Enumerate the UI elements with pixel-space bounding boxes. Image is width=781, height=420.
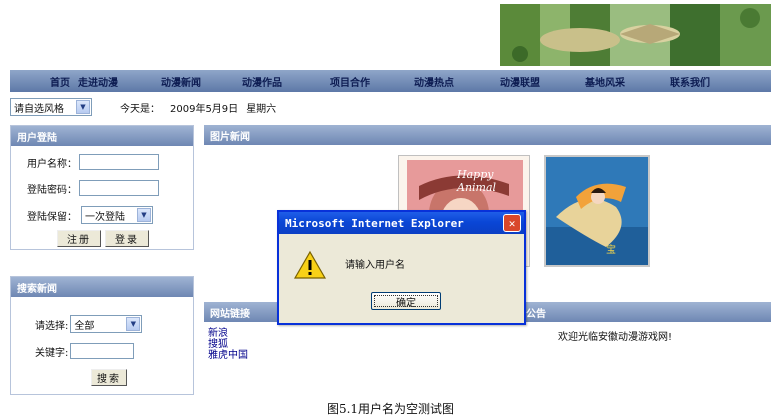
today-label: 今天是：: [120, 103, 160, 115]
main-nav: 首页 走进动漫 动漫新闻 动漫作品 项目合作 动漫热点 动漫联盟 基地风采 联系…: [10, 70, 771, 92]
close-icon[interactable]: ✕: [503, 214, 521, 232]
news-thumb-flying-fairy[interactable]: 宝: [544, 155, 650, 267]
picture-news-title: 图片新闻: [204, 125, 771, 145]
keyword-field[interactable]: [70, 343, 135, 359]
dialog-title-bar[interactable]: Microsoft Internet Explorer ✕: [279, 212, 524, 234]
nav-item-intro[interactable]: 走进动漫: [78, 74, 118, 89]
notice-panel-title: 公告: [520, 302, 771, 322]
chevron-down-icon[interactable]: ▼: [126, 317, 141, 331]
notice-panel: 公告 欢迎光临安徽动漫游戏网!: [520, 302, 771, 395]
chevron-down-icon[interactable]: ▼: [137, 208, 151, 222]
nav-item-cooperation[interactable]: 项目合作: [330, 74, 370, 89]
link-sohu[interactable]: 搜狐: [208, 339, 248, 350]
login-panel: 用户登陆 用户名称： 登陆密码： 登陆保留： 一次登陆 ▼ 注册 登录: [10, 125, 194, 250]
ok-button[interactable]: 确定: [371, 292, 441, 310]
dialog-title: Microsoft Internet Explorer: [285, 216, 464, 230]
date-text: 2009年5月9日: [170, 103, 239, 115]
username-label: 用户名称：: [27, 158, 77, 170]
style-select-value: 请自选风格: [14, 103, 64, 115]
browser-page: 首页 走进动漫 动漫新闻 动漫作品 项目合作 动漫热点 动漫联盟 基地风采 联系…: [10, 0, 771, 395]
nav-item-alliance[interactable]: 动漫联盟: [500, 74, 540, 89]
keep-select[interactable]: 一次登陆 ▼: [81, 206, 153, 224]
nav-item-base[interactable]: 基地风采: [585, 74, 625, 89]
password-row: 登陆密码：: [27, 180, 159, 196]
search-panel-title: 搜索新闻: [11, 277, 193, 297]
weekday-text: 星期六: [246, 103, 277, 115]
nav-item-works[interactable]: 动漫作品: [242, 74, 282, 89]
password-label: 登陆密码：: [27, 184, 77, 196]
login-panel-title: 用户登陆: [11, 126, 193, 146]
notice-text: 欢迎光临安徽动漫游戏网!: [558, 332, 673, 343]
nav-item-home[interactable]: 首页: [50, 74, 70, 89]
chevron-down-icon[interactable]: ▼: [76, 100, 90, 114]
thumb-caption: Happy Animal: [457, 168, 497, 194]
search-category-label: 请选择:: [35, 320, 69, 332]
search-panel: 搜索新闻 请选择: 全部 ▼ 关键字: 搜索: [10, 276, 194, 395]
nav-item-hot[interactable]: 动漫热点: [414, 74, 454, 89]
style-select[interactable]: 请自选风格 ▼: [10, 98, 92, 116]
keep-select-value: 一次登陆: [85, 211, 125, 223]
search-category-value: 全部: [74, 320, 95, 332]
link-yahoo-china[interactable]: 雅虎中国: [208, 350, 248, 361]
keyword-row: 关键字:: [35, 343, 135, 359]
register-button[interactable]: 注册: [57, 230, 101, 247]
search-category-select[interactable]: 全部 ▼: [70, 315, 143, 333]
link-sina[interactable]: 新浪: [208, 328, 248, 339]
keep-row: 登陆保留： 一次登陆 ▼: [27, 206, 153, 224]
svg-text:宝: 宝: [606, 243, 616, 256]
nav-item-contact[interactable]: 联系我们: [670, 74, 710, 89]
login-button[interactable]: 登录: [105, 230, 149, 247]
password-field[interactable]: [79, 180, 159, 196]
style-row: 请自选风格 ▼ 今天是： 2009年5月9日 星期六: [10, 96, 771, 118]
site-banner: [10, 0, 771, 70]
keep-label: 登陆保留：: [27, 211, 77, 223]
warning-icon: [293, 250, 327, 283]
figure-caption: 图5.1用户名为空测试图: [326, 402, 455, 416]
username-field[interactable]: [79, 154, 159, 170]
alert-dialog: Microsoft Internet Explorer ✕ 请输入用户名 确定: [277, 210, 526, 325]
search-category-row: 请选择: 全部 ▼: [35, 315, 143, 333]
username-row: 用户名称：: [27, 154, 159, 170]
search-button[interactable]: 搜索: [91, 369, 127, 386]
banner-image: [500, 4, 771, 66]
links-list: 新浪 搜狐 雅虎中国: [208, 328, 248, 361]
keyword-label: 关键字:: [35, 347, 69, 359]
dialog-message: 请输入用户名: [345, 260, 405, 271]
nav-item-news[interactable]: 动漫新闻: [161, 74, 201, 89]
